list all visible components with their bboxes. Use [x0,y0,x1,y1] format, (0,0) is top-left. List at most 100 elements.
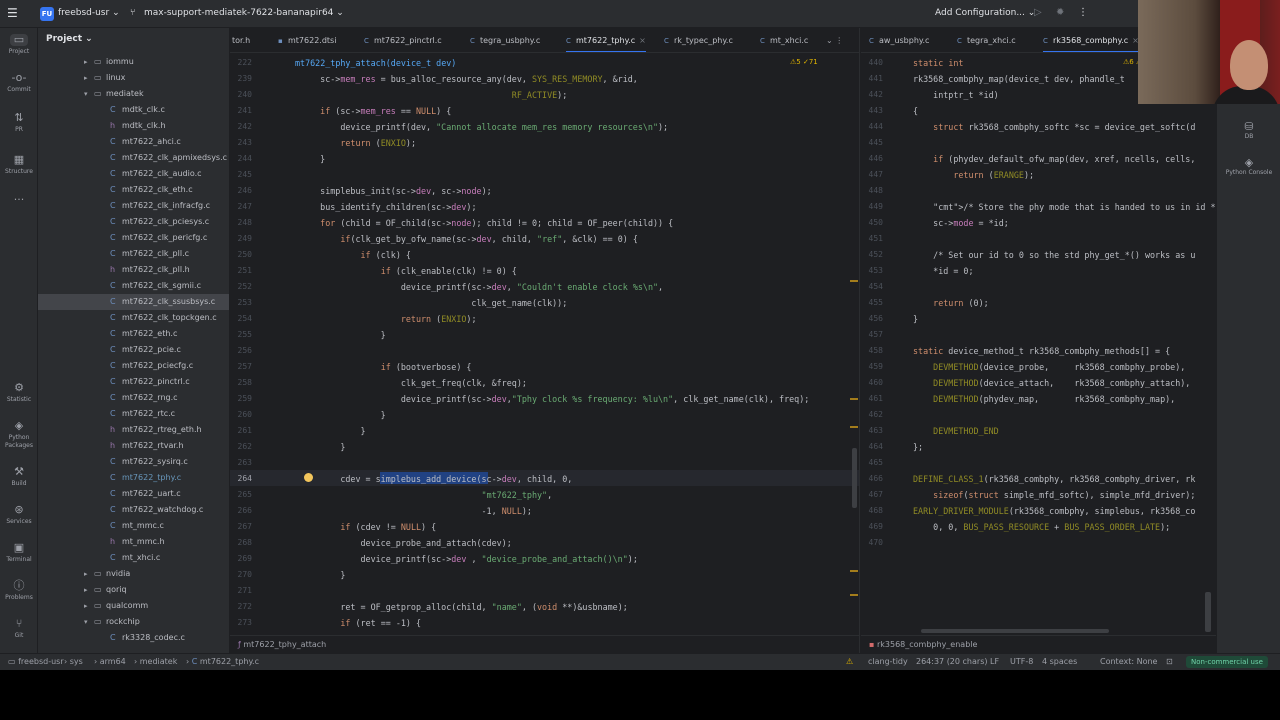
tree-file[interactable]: h mdtk_clk.h [38,118,229,134]
add-configuration-dropdown[interactable]: Add Configuration... ⌄ [935,8,1035,18]
code-line[interactable]: static device_method_t rk3568_combphy_me… [913,344,1170,358]
tree-file[interactable]: Cmt7622_clk_audio.c [38,166,229,182]
tree-file[interactable]: Cmt7622_clk_infracfg.c [38,198,229,214]
tab-mt-xhci[interactable]: Cmt_xhci.c [760,28,808,52]
tree-file[interactable]: Cmt7622_clk_ssusbsys.c [38,294,229,310]
code-line[interactable]: DEFINE_CLASS_1(rk3568_combphy, rk3568_co… [913,472,1195,486]
expand-arrow-icon[interactable]: ▸ [84,54,94,70]
warning-icon[interactable]: ⚠ [846,654,853,670]
tool-services[interactable]: ⊛ Services [0,504,38,526]
tab-mt7622-tphy[interactable]: Cmt7622_tphy.c × [566,28,646,52]
tool-commit[interactable]: -o- Commit [0,72,38,94]
tree-file[interactable]: h mt7622_rtvar.h [38,438,229,454]
tool-database[interactable]: ⛁ DB [1217,120,1280,141]
code-line[interactable]: device_probe_and_attach(cdev); [300,536,512,550]
code-line[interactable]: device_printf(dev, "Cannot allocate mem_… [300,120,668,134]
main-menu-icon[interactable]: ☰ [7,7,19,19]
tab-tegra-usbphy[interactable]: Ctegra_usbphy.c [470,28,540,52]
code-line[interactable]: } [300,328,386,342]
code-line[interactable]: if (sc->mem_res == NULL) { [300,104,451,118]
tree-file[interactable]: Cmt7622_clk_apmixedsys.c [38,150,229,166]
code-line[interactable]: for (child = OF_child(sc->node); child !… [300,216,673,230]
code-line[interactable]: -1, NULL); [300,504,532,518]
code-breadcrumb[interactable]: ▪ rk3568_combphy_enable [861,635,1216,653]
vertical-scrollbar[interactable] [1205,592,1211,632]
tree-file[interactable]: Cmt7622_pinctrl.c [38,374,229,390]
code-line[interactable]: device_printf(sc->dev , "device_probe_an… [300,552,638,566]
code-line[interactable]: struct rk3568_combphy_softc *sc = device… [913,120,1195,134]
tool-git[interactable]: ⑂ Git [0,618,38,640]
code-line[interactable]: ret = OF_getprop_alloc(child, "name", (v… [300,600,627,614]
branch-switcher[interactable]: max-support-mediatek-7622-bananapir64 ⌄ [144,8,344,18]
tab-aw-usbphy[interactable]: Caw_usbphy.c [869,28,929,52]
code-line[interactable]: } [300,568,345,582]
more-actions-icon[interactable]: ⋮ [1078,7,1088,18]
tree-folder[interactable]: ▾ ▭ rockchip [38,614,229,630]
tool-more[interactable]: ··· [0,194,38,206]
tool-python-packages[interactable]: ◈ Python Packages [0,420,38,450]
tree-folder[interactable]: ▸ ▭ linux [38,70,229,86]
vertical-scrollbar[interactable] [852,448,857,508]
project-panel-header[interactable]: Project ⌄ [46,34,93,44]
tree-file[interactable]: h mt7622_clk_pll.h [38,262,229,278]
tree-file[interactable]: Cmdtk_clk.c [38,102,229,118]
code-line[interactable]: }; [913,440,923,454]
code-line[interactable]: device_printf(sc->dev, "Couldn't enable … [300,280,663,294]
tree-folder[interactable]: ▸ ▭ nvidia [38,566,229,582]
status-path-1[interactable]: › sys [64,654,83,670]
code-line[interactable]: return (ENXIO); [300,136,416,150]
status-path-2[interactable]: › arm64 [94,654,126,670]
code-line[interactable]: if (clk) { [300,248,411,262]
code-line[interactable]: simplebus_init(sc->dev, sc->node); [300,184,492,198]
tree-file[interactable]: Cmt7622_clk_eth.c [38,182,229,198]
code-line[interactable]: if (clk_enable(clk) != 0) { [300,264,517,278]
code-line[interactable]: /* Set our id to 0 so the std phy_get_*(… [913,248,1195,262]
code-line[interactable]: DEVMETHOD(device_probe, rk3568_combphy_p… [913,360,1185,374]
tree-file[interactable]: h mt_mmc.h [38,534,229,550]
code-line[interactable]: clk_get_name(clk)); [300,296,567,310]
tree-file[interactable]: Cmt7622_watchdog.c [38,502,229,518]
code-line[interactable]: return (0); [913,296,988,310]
tab-mt7622-dtsi[interactable]: ▪ mt7622.dtsi [278,28,336,52]
tab-rk-typec-phy[interactable]: Crk_typec_phy.c [664,28,733,52]
editor-right[interactable]: Caw_usbphy.c Ctegra_xhci.c Crk3568_combp… [861,28,1216,653]
code-line[interactable]: rk3568_combphy_map(device_t dev, phandle… [913,72,1125,86]
code-line[interactable]: sizeof(struct simple_mfd_softc), simple_… [913,488,1195,502]
tree-folder[interactable]: ▾ ▭ mediatek [38,86,229,102]
close-icon[interactable]: × [639,36,646,45]
expand-arrow-icon[interactable]: ▸ [84,70,94,86]
status-caret-position[interactable]: 264:37 (20 chars) [916,654,987,670]
code-line[interactable]: if (cdev != NULL) { [300,520,436,534]
sticky-function-header[interactable]: mt7622_tphy_attach(device_t dev) [295,58,456,68]
code-line[interactable]: RF_ACTIVE); [300,88,567,102]
tab-rk3568-combphy[interactable]: Crk3568_combphy.c × [1043,28,1139,52]
tree-folder[interactable]: ▸ ▭ qoriq [38,582,229,598]
tree-file[interactable]: Crk3328_codec.c [38,630,229,646]
tool-project[interactable]: ▭ Project [0,34,38,56]
tree-file[interactable]: Cmt_mmc.c [38,518,229,534]
tree-file[interactable]: Cmt7622_pcie.c [38,342,229,358]
code-line[interactable]: } [300,152,325,166]
horizontal-scrollbar[interactable] [921,629,1109,633]
tree-file[interactable]: Cmt7622_clk_sgmii.c [38,278,229,294]
tree-folder[interactable]: ▸ ▭ qualcomm [38,598,229,614]
code-line[interactable]: DEVMETHOD(phydev_map, rk3568_combphy_map… [913,392,1175,406]
tabs-overflow-icon[interactable]: ⌄ ⋮ [826,28,843,52]
code-line[interactable]: "mt7622_tphy", [300,488,553,502]
tree-folder[interactable]: ▸ ▭ iommu [38,54,229,70]
code-line[interactable]: if (phydev_default_ofw_map(dev, xref, nc… [913,152,1195,166]
code-line[interactable]: *id = 0; [913,264,973,278]
tree-file[interactable]: Cmt7622_clk_pciesys.c [38,214,229,230]
tree-file[interactable]: Cmt7622_tphy.c [38,470,229,486]
code-line[interactable]: device_printf(sc->dev,"Tphy clock %s fre… [300,392,809,406]
expand-arrow-icon[interactable]: ▸ [84,566,94,582]
tool-python-console[interactable]: ◈ Python Console [1217,156,1280,177]
code-line[interactable]: intptr_t *id) [913,88,999,102]
code-line[interactable]: sc->mem_res = bus_alloc_resource_any(dev… [300,72,638,86]
license-badge[interactable]: Non-commercial use [1186,656,1268,668]
status-line-separator[interactable]: LF [990,654,999,670]
tree-file[interactable]: Cmt_xhci.c [38,550,229,566]
code-line[interactable]: } [300,440,345,454]
tree-file[interactable]: Cmt7622_uart.c [38,486,229,502]
editor-left[interactable]: tor.h ▪ mt7622.dtsi Cmt7622_pinctrl.c Cte… [230,28,860,653]
